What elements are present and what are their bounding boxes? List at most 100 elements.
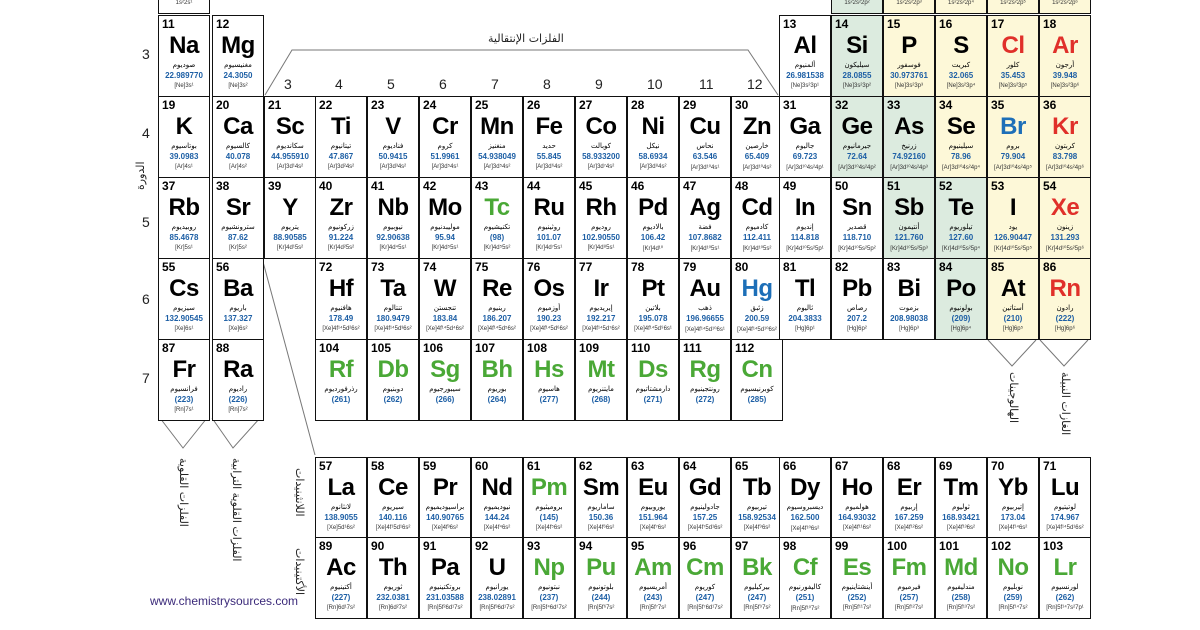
element-name-ar: لانثانوم [330,503,352,511]
element-cell-w: 74 W تنجستن 183.84 [Xe]4f¹⁴5d⁴6s² [419,258,471,340]
atomic-number: 18 [1043,17,1057,31]
element-symbol: Mo [428,194,462,221]
atomic-mass: (223) [174,395,194,404]
element-symbol: Y [282,194,298,221]
atomic-number: 14 [835,17,849,31]
atomic-mass: 168.93421 [942,513,980,522]
element-cell-ir: 77 Ir إيريديوم 192.217 [Xe]4f¹⁴5d⁷6s² [575,258,627,340]
element-cell-cd: 48 Cd كادميوم 112.411 [Kr]4d¹⁰5s² [731,177,783,259]
element-cell-kr: 36 Kr كربتون 83.798 [Ar]3d¹⁰4s²4p⁶ [1039,96,1091,178]
element-cell-rb: 37 Rb روبيديوم 85.4678 [Kr]5s¹ [158,177,210,259]
element-symbol: Cr [432,113,458,140]
element-cell-xe: 54 Xe زينون 131.293 [Kr]4d¹⁰5s²5p⁶ [1039,177,1091,259]
element-name-ar: أينشتاينيوم [841,583,873,591]
electron-config: [Kr]4d¹⁰5s²5p² [838,246,876,252]
element-name-ar: ذهب [698,304,712,312]
element-name-ar: راديوم [228,385,248,393]
element-cell-p: 15 P فوسفور 30.973761 [Ne]3s²3p³ [883,15,935,97]
element-symbol: Pa [430,554,460,581]
atomic-number: 60 [475,459,489,473]
element-symbol: Ag [689,194,722,221]
element-cell-v: 23 V فناديوم 50.9415 [Ar]3d³4s² [367,96,419,178]
element-symbol: Ni [641,113,666,140]
atomic-mass: 91.224 [328,233,354,242]
electron-config: [Ar]4s² [229,164,247,170]
element-symbol: Tm [943,474,980,501]
element-cell-tm: 69 Tm ثوليوم 168.93421 [Xe]4f¹³6s² [935,457,987,539]
element-name-ar: سكانديوم [276,142,304,150]
element-cell-ce: 58 Ce سيريوم 140.116 [Xe]4f¹5d¹6s² [367,457,419,539]
electron-config: [Ar]3d¹⁰4s²4p² [838,165,876,171]
atomic-number: 48 [735,179,749,193]
element-name-ar: ثاليوم [796,304,814,312]
element-cell-hg: 80 Hg زئبق 200.59 [Xe]4f¹⁴5d¹⁰6s² [731,258,783,340]
element-cell-cu: 29 Cu نحاس 63.546 [Ar]3d¹⁰4s¹ [679,96,731,178]
element-cell-ar: 18 Ar أرجون 39.948 [Ne]3s²3p⁶ [1039,15,1091,97]
element-cell-ag: 47 Ag فضة 107.8682 [Kr]4d¹⁰5s¹ [679,177,731,259]
atomic-mass: 200.59 [744,314,770,323]
atomic-number: 105 [371,341,392,355]
atomic-mass: 51.9961 [430,152,460,161]
element-name-ar: أنتيمون [898,223,920,231]
element-symbol: Mt [587,356,615,383]
element-symbol: Se [946,113,976,140]
atomic-number: 73 [371,260,385,274]
element-name-ar: سيزيوم [173,304,195,312]
atomic-number: 94 [579,539,593,553]
period-label: 3 [142,46,150,62]
element-cell-th: 90 Th ثوريوم 232.0381 [Rn]6d²7s² [367,537,419,619]
electron-config: [Kr]4d²5s² [327,245,355,251]
element-cell-sn: 50 Sn قصدير 118.710 [Kr]4d¹⁰5s²5p² [831,177,883,259]
atomic-number: 31 [783,98,797,112]
atomic-mass: (222) [1055,314,1075,323]
element-symbol: Pb [842,275,872,302]
atomic-number: 44 [527,179,541,193]
atomic-number: 86 [1043,260,1057,274]
element-cell-cs: 55 Cs سيزيوم 132.90545 [Xe]6s¹ [158,258,210,340]
element-cell-cm: 96 Cm كوريوم (247) [Rn]5f⁷6d¹7s² [679,537,731,619]
electron-config: [Xe]6s² [228,326,248,332]
element-name-ar: كروم [437,142,453,150]
element-name-ar: ألمنيوم [794,61,816,69]
element-symbol: Es [842,554,872,581]
atomic-number: 74 [423,260,437,274]
atomic-number: 64 [683,459,697,473]
element-cell-co: 27 Co كوبالت 58.933200 [Ar]3d⁷4s² [575,96,627,178]
group-label: 12 [747,76,763,92]
electron-config: [Rn]5f⁷6d¹7s² [687,605,723,611]
atomic-number: 56 [216,260,230,274]
electron-config: [Ne]3s²3p² [842,83,871,89]
element-name-ar: بروتكتينيوم [429,583,461,591]
electron-config: [Kr]4d¹5s² [276,245,304,251]
atomic-mass: (243) [643,593,663,602]
element-cell-al: 13 Al ألمنيوم 26.981538 [Ne]3s²3p¹ [779,15,831,97]
electron-config: [Rn]5f⁹7s² [743,605,771,611]
element-name-ar: فيرميوم [897,583,921,591]
element-name-ar: زئبق [750,304,764,312]
atomic-mass: 106.42 [640,233,666,242]
element-name-ar: بزموت [899,304,919,312]
electron-config: [Ar]3d⁷4s² [587,164,615,170]
element-cell-tc: 43 Tc تكنيشيوم (98) [Kr]4d⁵5s² [471,177,523,259]
element-symbol: Pm [530,474,568,501]
electron-config: [Xe]4f⁷6s² [639,525,667,531]
electron-config: [Ar]3d¹⁰4s²4p¹ [786,165,824,171]
element-symbol: Cd [741,194,774,221]
element-name-ar: مغنيسيوم [224,61,252,69]
atomic-number: 110 [631,341,651,355]
electron-config: [Rn]5f¹⁴7s² [998,605,1028,611]
element-name-ar: نبتونيوم [538,583,560,591]
element-symbol: V [385,113,401,140]
atomic-mass: 144.24 [484,513,510,522]
group-label: 7 [491,76,499,92]
element-cell-partial: 1s²2s²2p⁶ [1039,0,1091,14]
atomic-number: 13 [783,17,797,31]
electron-config: [Ne]3s¹ [174,83,194,89]
electron-config: [Rn]5f³6d¹7s² [479,605,515,611]
element-name-ar: رصاص [847,304,867,312]
element-name-ar: ساماريوم [587,503,615,511]
element-name-ar: دوبنيوم [382,385,404,393]
electron-config: [Xe]4f⁴6s² [483,525,511,531]
element-name-ar: إنديوم [796,223,814,231]
element-cell-cf: 98 Cf كاليفورنيوم (251) [Rn]5f¹⁰7s² [779,537,831,619]
